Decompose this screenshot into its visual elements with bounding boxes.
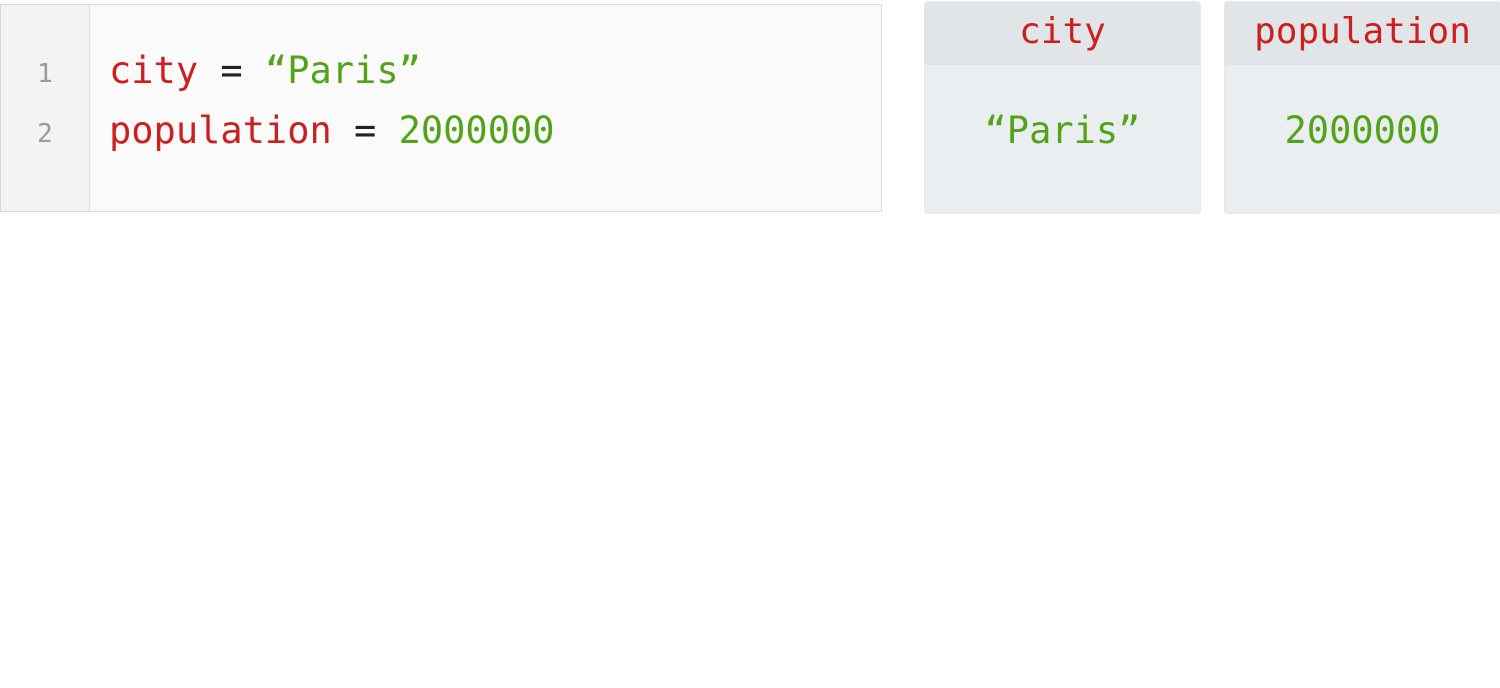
line-gutter: 1 2 [1,5,90,211]
variable-box-city: city “Paris” [924,1,1201,214]
variable-value: “Paris” [264,49,421,92]
variable-box-population: population 2000000 [1224,1,1500,214]
assign-operator: = [354,109,377,152]
code-line: population = 2000000 [109,109,555,152]
code-line: city = “Paris” [109,49,421,92]
variable-box-label: city [925,2,1200,65]
line-number: 2 [37,119,53,149]
variable-name: city [109,49,199,92]
assign-operator: = [220,49,243,92]
variable-box-value: 2000000 [1284,109,1441,152]
variable-name: population [109,109,332,152]
code-editor[interactable]: 1 2 city = “Paris” population = 2000000 [0,4,882,212]
variable-box-label: population [1225,2,1500,65]
line-number: 1 [37,59,53,89]
variable-box-value: “Paris” [984,109,1141,152]
variable-value: 2000000 [398,109,555,152]
